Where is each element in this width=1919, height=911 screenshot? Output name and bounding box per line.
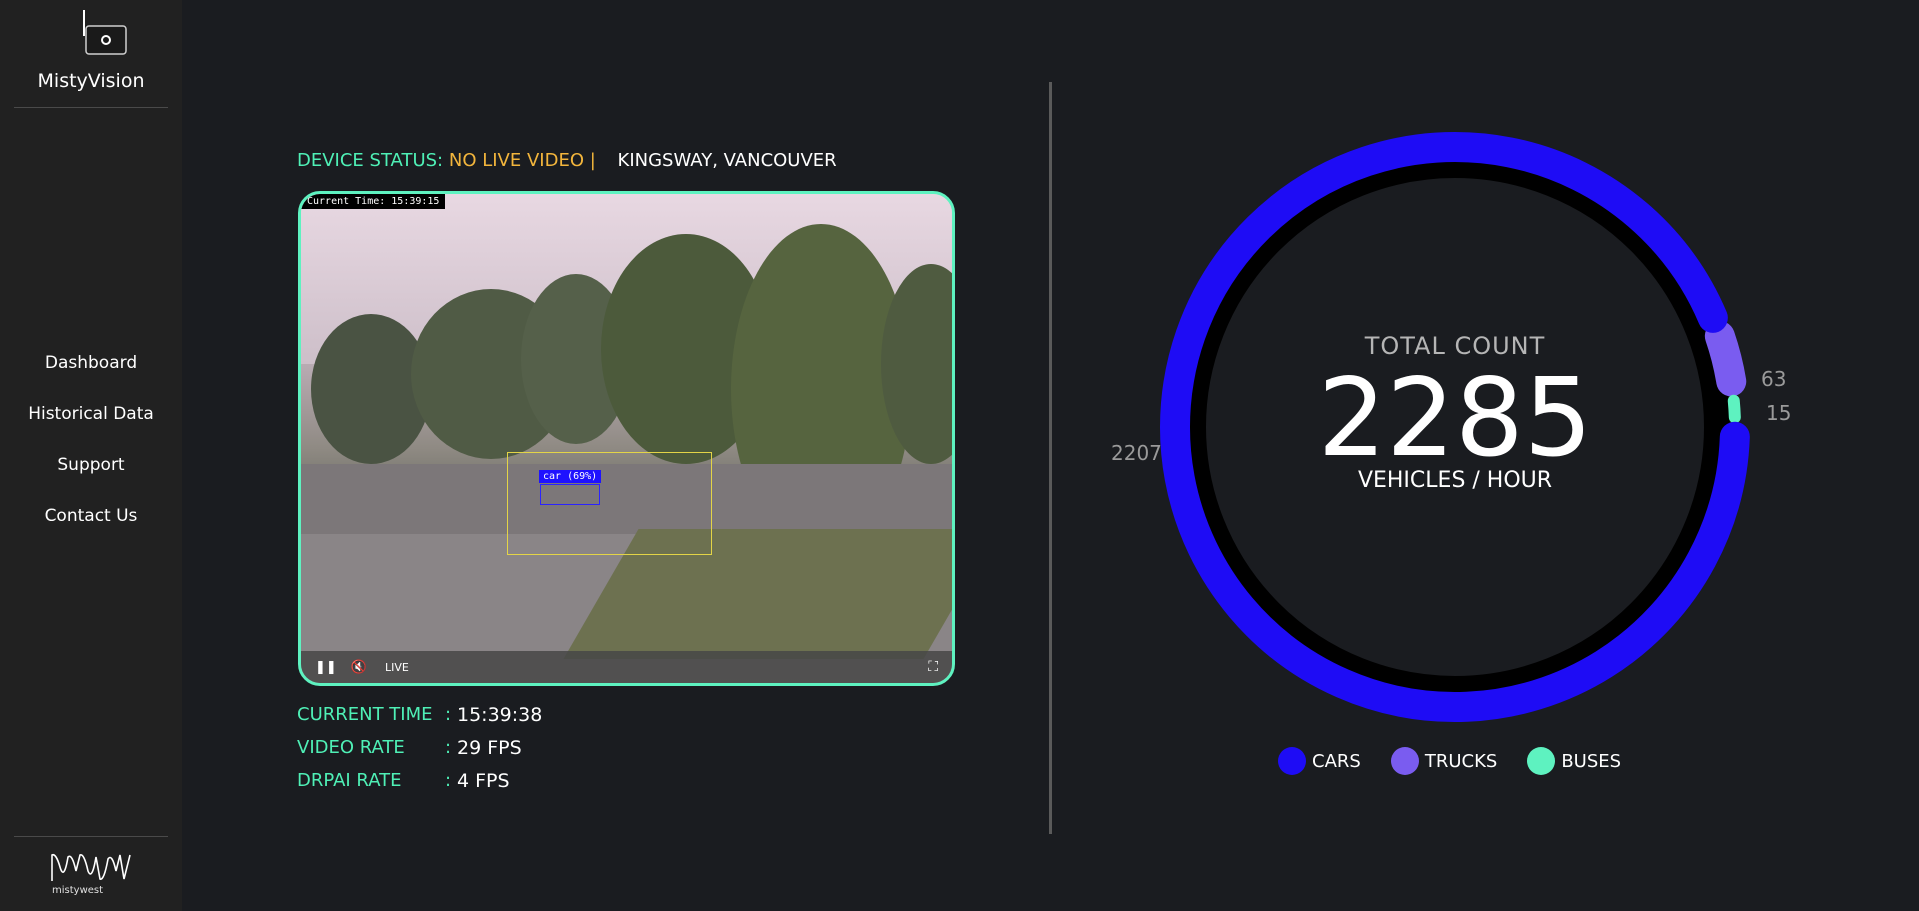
status-label: DEVICE STATUS: (297, 150, 444, 171)
mute-icon[interactable]: 🔇 (351, 660, 367, 675)
legend-item-cars: CARS (1278, 747, 1361, 775)
metric-label: CURRENT TIME (297, 704, 433, 725)
status-value: NO LIVE VIDEO | (448, 150, 596, 171)
app-root: MistyVision Dashboard Historical Data Su… (0, 0, 1919, 911)
detection-region-box (507, 452, 712, 555)
video-overlay-time: Current Time: 15:39:15 (301, 194, 446, 209)
cars-count-label: 2207 (1111, 441, 1162, 465)
live-indicator: LIVE (384, 660, 409, 674)
device-location: KINGSWAY, VANCOUVER (617, 150, 837, 171)
metric-value: 29 FPS (457, 737, 522, 759)
sidebar-item-support[interactable]: Support (0, 452, 182, 503)
legend-label: BUSES (1561, 750, 1622, 772)
legend-label: CARS (1312, 750, 1361, 772)
gauge-legend: CARS TRUCKS BUSES (1278, 747, 1651, 775)
legend-item-buses: BUSES (1527, 747, 1621, 775)
brand-name: MistyVision (37, 70, 145, 92)
camera-logo-icon (83, 10, 127, 55)
panel-divider (1049, 82, 1052, 834)
legend-item-trucks: TRUCKS (1390, 747, 1498, 775)
metric-colon: : (445, 704, 452, 725)
mistywest-logo-icon (51, 853, 131, 881)
vehicle-count-gauge: TOTAL COUNT 2285 VEHICLES / HOUR (1150, 122, 1760, 732)
footer-brand-name: mistywest (52, 885, 104, 896)
sidebar: MistyVision Dashboard Historical Data Su… (0, 0, 182, 911)
sidebar-item-contact-us[interactable]: Contact Us (0, 503, 182, 554)
legend-dot-buses (1527, 747, 1556, 775)
sidebar-item-dashboard[interactable]: Dashboard (0, 350, 182, 401)
sidebar-item-historical-data[interactable]: Historical Data (0, 401, 182, 452)
legend-dot-cars (1278, 747, 1306, 775)
sidebar-footer: mistywest (14, 836, 168, 911)
legend-label: TRUCKS (1424, 750, 1498, 772)
car-detection-box (540, 484, 600, 505)
car-detection-label: car (69%) (539, 470, 602, 483)
metric-value: 15:39:38 (457, 704, 543, 726)
metric-value: 4 FPS (457, 770, 510, 792)
metric-colon: : (445, 737, 452, 758)
metric-colon: : (445, 770, 452, 791)
pause-icon[interactable]: ❚❚ (315, 660, 337, 675)
trucks-count-label: 63 (1761, 367, 1787, 391)
metric-label: VIDEO RATE (297, 737, 405, 758)
gauge-unit: VEHICLES / HOUR (1357, 468, 1553, 493)
sidebar-nav: Dashboard Historical Data Support Contac… (0, 350, 182, 554)
fullscreen-icon[interactable]: ⛶ (928, 659, 938, 675)
legend-dot-trucks (1390, 747, 1419, 775)
metric-label: DRPAI RATE (297, 770, 402, 791)
buses-count-label: 15 (1766, 401, 1792, 425)
video-controls: ❚❚ 🔇 LIVE ⛶ (301, 651, 952, 683)
device-status: DEVICE STATUS: NO LIVE VIDEO | KINGSWAY,… (297, 150, 837, 171)
video-player[interactable]: Current Time: 15:39:15 car (69%) ❚❚ 🔇 LI… (298, 191, 955, 686)
gauge-total: 2285 (1317, 356, 1593, 481)
brand: MistyVision (14, 0, 168, 108)
